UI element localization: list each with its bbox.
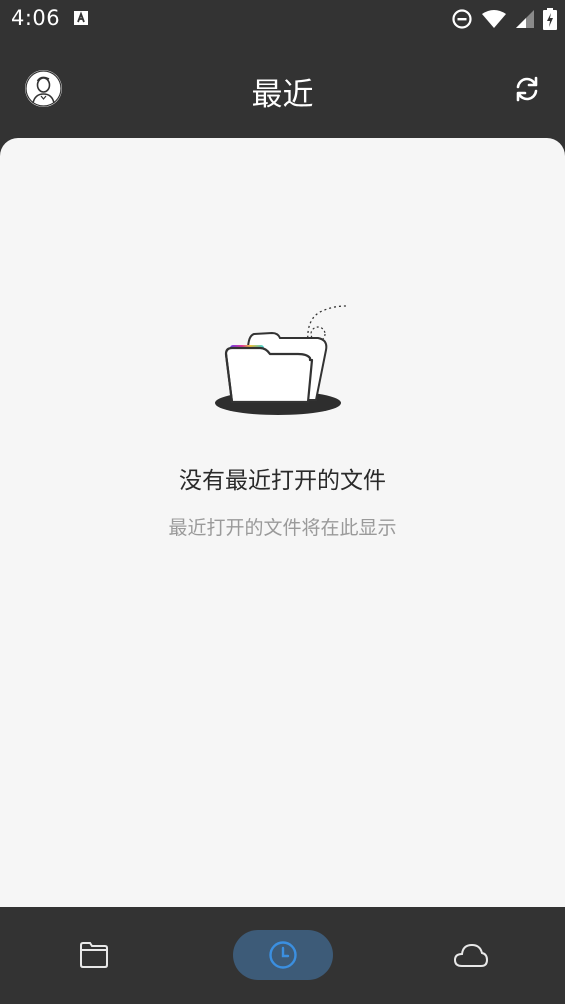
status-icons bbox=[451, 8, 557, 30]
tab-cloud[interactable] bbox=[421, 930, 521, 980]
empty-state-subtitle: 最近打开的文件将在此显示 bbox=[168, 517, 397, 539]
signal-icon bbox=[516, 10, 534, 28]
empty-state-title: 没有最近打开的文件 bbox=[179, 468, 386, 494]
wifi-icon bbox=[482, 10, 506, 28]
page-title: 最近 bbox=[251, 77, 314, 113]
refresh-icon bbox=[516, 76, 538, 102]
bottom-navigation bbox=[0, 907, 565, 1004]
folder-icon bbox=[80, 942, 108, 968]
screen: 4:06 最近 没有最近打开的文件 最近打开的文件将在此显示 bbox=[0, 0, 565, 1004]
tab-files[interactable] bbox=[44, 930, 144, 980]
notification-a-icon bbox=[74, 11, 88, 25]
clock-icon bbox=[269, 941, 297, 969]
refresh-button[interactable] bbox=[508, 70, 546, 108]
status-bar: 4:06 bbox=[0, 0, 565, 38]
do-not-disturb-icon bbox=[452, 9, 472, 29]
battery-icon bbox=[543, 8, 557, 30]
empty-folder-illustration bbox=[215, 305, 347, 415]
cloud-icon bbox=[453, 943, 489, 967]
tab-recent[interactable] bbox=[233, 930, 333, 980]
app-bar: 最近 bbox=[0, 38, 565, 138]
recent-files-panel: 没有最近打开的文件 最近打开的文件将在此显示 bbox=[0, 138, 565, 907]
status-time: 4:06 bbox=[11, 6, 61, 30]
